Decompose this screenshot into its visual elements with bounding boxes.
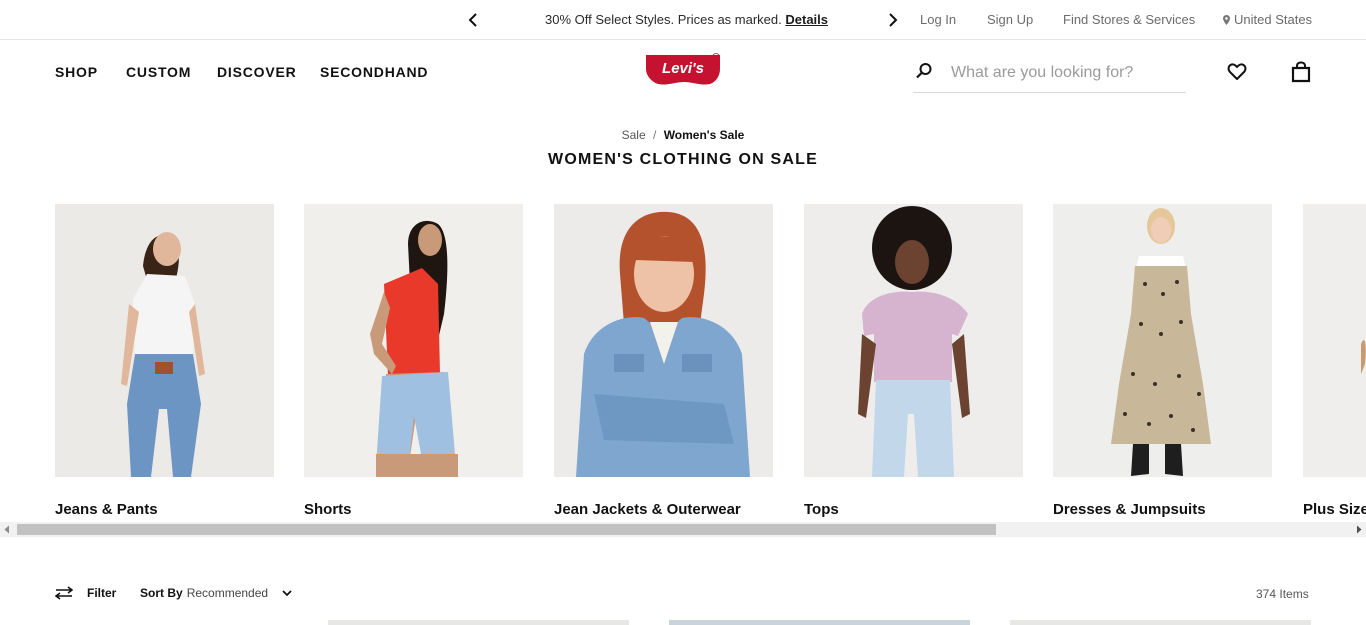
nav-secondhand[interactable]: SECONDHAND (320, 64, 428, 80)
category-card-jean-jackets-outerwear[interactable]: Jean Jackets & Outerwear (554, 204, 773, 522)
country-selector[interactable]: United States (1223, 12, 1312, 27)
scrollbar-thumb[interactable] (17, 524, 996, 535)
category-label: Shorts (304, 501, 352, 518)
nav-custom[interactable]: CUSTOM (126, 64, 191, 80)
category-card-shorts[interactable]: Shorts (304, 204, 523, 522)
category-image-jean-jackets (554, 204, 773, 477)
page-title: WOMEN'S CLOTHING ON SALE (548, 151, 818, 168)
category-label: Jeans & Pants (55, 501, 158, 518)
shopping-bag-icon[interactable] (1291, 61, 1311, 83)
nav-shop[interactable]: SHOP (55, 64, 98, 80)
filter-label: Filter (87, 586, 117, 600)
location-pin-icon (1223, 14, 1230, 25)
category-carousel: Jeans & Pants Shorts Jean Jackets & Oute… (0, 204, 1366, 522)
category-label: Plus Size (1303, 501, 1366, 518)
promo-bar: 30% Off Select Styles. Prices as marked.… (0, 0, 1366, 40)
category-label: Jean Jackets & Outerwear (554, 501, 741, 518)
chevron-right-icon[interactable] (884, 10, 902, 30)
signup-link[interactable]: Sign Up (987, 12, 1033, 27)
category-label: Tops (804, 501, 839, 518)
category-image-dresses (1053, 204, 1272, 477)
sort-dropdown[interactable]: Sort By Recommended (140, 586, 292, 600)
carousel-scrollbar[interactable] (0, 522, 1366, 537)
scroll-right-arrow-icon[interactable] (1355, 525, 1363, 534)
item-count: 374 Items (1256, 587, 1309, 601)
category-image-jeans-pants (55, 204, 274, 477)
category-image-plus-size (1303, 204, 1366, 477)
category-image-tops (804, 204, 1023, 477)
promo-text: 30% Off Select Styles. Prices as marked. (545, 12, 782, 27)
search-icon[interactable] (915, 62, 933, 80)
chevron-down-icon (282, 589, 292, 596)
search-bar (913, 56, 1186, 93)
country-label: United States (1234, 12, 1313, 27)
heart-icon[interactable] (1227, 62, 1247, 82)
login-link[interactable]: Log In (920, 12, 956, 27)
product-tile[interactable] (328, 620, 629, 625)
sort-label: Sort By (140, 586, 183, 600)
category-card-plus-size[interactable]: Plus Size (1303, 204, 1366, 522)
breadcrumb: Sale / Women's Sale (0, 128, 1366, 142)
breadcrumb-sale[interactable]: Sale (622, 128, 646, 142)
category-card-tops[interactable]: Tops (804, 204, 1023, 522)
promo-details-link[interactable]: Details (785, 12, 828, 27)
find-stores-link[interactable]: Find Stores & Services (1063, 12, 1195, 27)
logo-text: Levi's (662, 60, 704, 77)
search-input[interactable] (951, 60, 1181, 86)
chevron-left-icon[interactable] (464, 10, 482, 30)
breadcrumb-current: Women's Sale (663, 128, 745, 142)
promo-message: 30% Off Select Styles. Prices as marked.… (545, 12, 828, 27)
levis-logo[interactable]: Levi's (644, 52, 724, 88)
filter-button[interactable]: Filter (55, 586, 116, 600)
scroll-left-arrow-icon[interactable] (3, 525, 11, 534)
breadcrumb-separator: / (653, 128, 657, 142)
category-label: Dresses & Jumpsuits (1053, 501, 1206, 518)
sort-value: Recommended (186, 586, 269, 600)
product-tile[interactable] (669, 620, 970, 625)
product-tile[interactable] (1010, 620, 1311, 625)
category-image-shorts (304, 204, 523, 477)
category-card-dresses-jumpsuits[interactable]: Dresses & Jumpsuits (1053, 204, 1272, 522)
category-card-jeans-pants[interactable]: Jeans & Pants (55, 204, 274, 522)
nav-discover[interactable]: DISCOVER (217, 64, 297, 80)
filter-icon (55, 586, 73, 600)
